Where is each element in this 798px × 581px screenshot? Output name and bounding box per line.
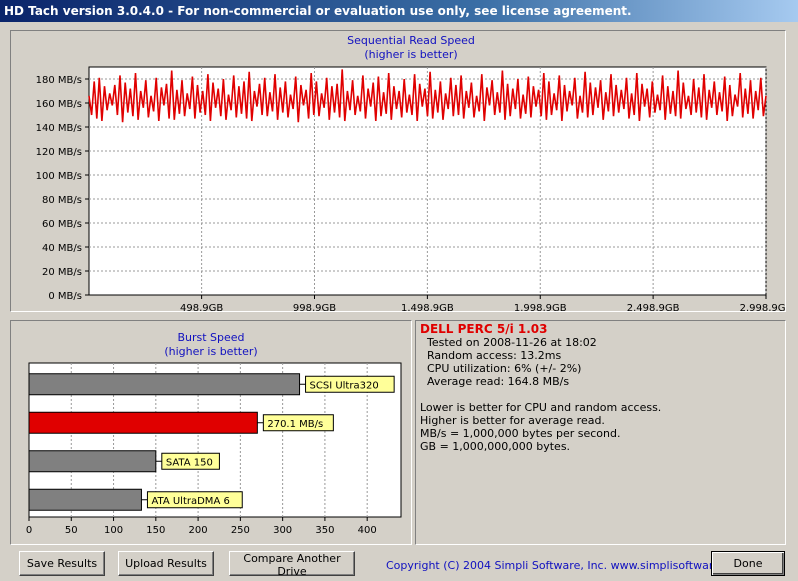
burst-bar-label: ATA UltraDMA 6: [151, 496, 229, 507]
tested-on: Tested on 2008-11-26 at 18:02: [427, 336, 597, 349]
read-y-tick-label: 60 MB/s: [42, 219, 82, 230]
done-button[interactable]: Done: [711, 551, 785, 576]
read-x-tick-label: 998,9GB: [293, 303, 336, 311]
burst-x-tick-label: 350: [315, 525, 334, 536]
read-y-tick-label: 100 MB/s: [36, 171, 82, 182]
read-y-tick-label: 140 MB/s: [36, 123, 82, 134]
read-y-tick-label: 160 MB/s: [36, 99, 82, 110]
compare-another-drive-button[interactable]: Compare Another Drive: [229, 551, 355, 578]
sequential-read-chart: 0 MB/s 20 MB/s 40 MB/s 60 MB/s 80 MB/s 100 MB…: [36, 66, 785, 311]
read-y-tick-label: 80 MB/s: [42, 195, 82, 206]
read-y-tick-label: 40 MB/s: [42, 243, 82, 254]
burst-x-tick-label: 150: [146, 525, 165, 536]
burst-x-tick-label: 200: [189, 525, 208, 536]
burst-chart-panel: Burst Speed (higher is better) 0 50 100 150…: [10, 320, 412, 545]
read-x-tick-label: 2.998,9GB: [740, 303, 785, 311]
drive-info-text: DELL PERC 5/i 1.03 Tested on 2008-11-26 …: [420, 322, 662, 454]
drive-info-panel: DELL PERC 5/i 1.03 Tested on 2008-11-26 …: [415, 320, 786, 545]
note-gb-definition: GB = 1,000,000,000 bytes.: [420, 440, 571, 453]
random-access: Random access: 13.2ms: [427, 349, 562, 362]
burst-bar: [28, 450, 157, 473]
burst-x-tick-label: 250: [231, 525, 250, 536]
window-title: HD Tach version 3.0.4.0 - For non-commer…: [0, 0, 798, 22]
read-y-tick-label: 120 MB/s: [36, 147, 82, 158]
burst-bar-label: SCSI Ultra320: [310, 380, 379, 391]
burst-x-tick-label: 400: [358, 525, 377, 536]
read-x-tick-label: 2.498,9GB: [627, 303, 680, 311]
burst-x-tick-label: 0: [26, 525, 32, 536]
read-x-tick-label: 1.998,9GB: [514, 303, 567, 311]
note-mbs-definition: MB/s = 1,000,000 bytes per second.: [420, 427, 621, 440]
burst-bar: [28, 488, 142, 511]
drive-name: DELL PERC 5/i 1.03: [420, 322, 548, 336]
burst-bar-label: 270.1 MB/s: [267, 419, 323, 430]
burst-x-tick-label: 300: [273, 525, 292, 536]
read-chart-panel: Sequential Read Speed (higher is better)…: [10, 30, 786, 312]
burst-x-tick-label: 50: [65, 525, 78, 536]
upload-results-button[interactable]: Upload Results: [118, 551, 214, 576]
average-read: Average read: 164.8 MB/s: [427, 375, 570, 388]
note-higher-better: Higher is better for average read.: [420, 414, 605, 427]
burst-speed-chart: 0 50 100 150 200 250 300 350 400 SCSI Ultra320 270…: [26, 362, 402, 536]
burst-bar-label: SATA 150: [166, 457, 213, 468]
read-y-tick-label: 0 MB/s: [48, 291, 82, 302]
copyright-text: Copyright (C) 2004 Simpli Software, Inc.…: [386, 559, 747, 572]
read-y-tick-label: 20 MB/s: [42, 267, 82, 278]
read-x-tick-label: 498,9GB: [180, 303, 223, 311]
save-results-button[interactable]: Save Results: [19, 551, 105, 576]
cpu-utilization: CPU utilization: 6% (+/- 2%): [427, 362, 582, 375]
read-x-tick-label: 1.498,9GB: [401, 303, 454, 311]
read-y-tick-label: 180 MB/s: [36, 75, 82, 86]
note-lower-better: Lower is better for CPU and random acces…: [420, 401, 662, 414]
burst-bar: [28, 411, 258, 434]
burst-x-tick-label: 100: [104, 525, 123, 536]
burst-bar: [28, 373, 301, 396]
